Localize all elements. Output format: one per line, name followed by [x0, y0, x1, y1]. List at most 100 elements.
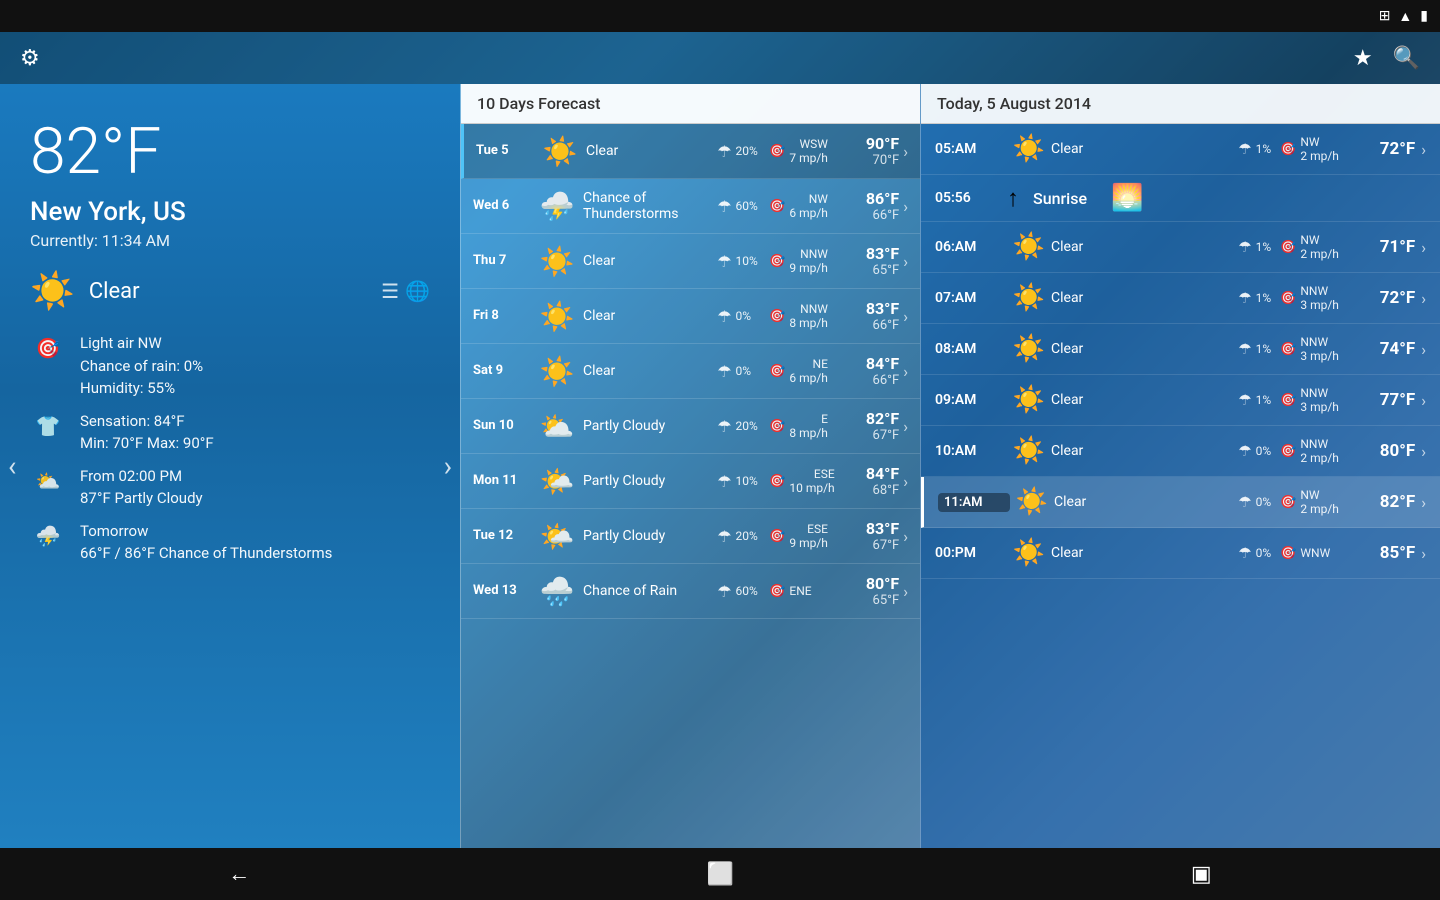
- hourly-temp: 74°F: [1360, 339, 1415, 359]
- forecast-item[interactable]: Tue 5 ☀️ Clear ☂ 20% 🎯 WSW7 mp/h 90°F 70…: [461, 124, 920, 179]
- list-view-button[interactable]: ☰: [381, 279, 399, 303]
- forecast-wind: 🎯 NNW8 mp/h: [769, 302, 841, 330]
- forecast-item[interactable]: Fri 8 ☀️ Clear ☂ 0% 🎯 NNW8 mp/h 83°F 66°…: [461, 289, 920, 344]
- forecast-item[interactable]: Mon 11 🌤️ Partly Cloudy ☂ 10% 🎯 ESE10 mp…: [461, 454, 920, 509]
- hourly-rain: ☂ 0%: [1238, 544, 1280, 562]
- favorite-button[interactable]: ★: [1353, 46, 1373, 71]
- hourly-item[interactable]: 10:AM ☀️ Clear ☂ 0% 🎯 NNW2 mp/h 80°F ›: [921, 426, 1440, 477]
- hourly-arrow: ›: [1421, 289, 1426, 308]
- back-button[interactable]: ←: [228, 861, 250, 887]
- sunrise-row: ↑ Sunrise 🌅: [1007, 183, 1143, 213]
- compass-icon: 🎯: [1280, 291, 1296, 306]
- hourly-weather-icon: ☀️: [1007, 385, 1051, 415]
- hourly-item[interactable]: 09:AM ☀️ Clear ☂ 1% 🎯 NNW3 mp/h 77°F ›: [921, 375, 1440, 426]
- condition-row: ☀️ Clear ☰ 🌐: [30, 270, 430, 312]
- forecast-wind: 🎯 NW6 mp/h: [769, 192, 841, 220]
- forecast-rain: ☂ 20%: [717, 417, 769, 436]
- high-temp: 84°F: [841, 354, 899, 373]
- compass-icon: 🎯: [769, 144, 785, 159]
- rain-pct: 1%: [1256, 393, 1272, 407]
- hourly-time: 06:AM: [935, 239, 1007, 255]
- umbrella-icon: ☂: [717, 582, 731, 601]
- sunrise-icon: ↑: [1007, 184, 1019, 213]
- hourly-temp: 82°F: [1360, 492, 1415, 512]
- forecast-date: Sun 10: [473, 418, 535, 435]
- compass-icon: 🎯: [769, 474, 785, 489]
- hourly-rain: ☂ 0%: [1238, 442, 1280, 460]
- hourly-time: 11:AM: [938, 493, 1010, 512]
- hourly-panel: Today, 5 August 2014 05:AM ☀️ Clear ☂ 1%…: [920, 84, 1440, 848]
- forecast-wind: 🎯 ESE9 mp/h: [769, 522, 841, 550]
- nav-right-button[interactable]: ›: [444, 450, 452, 483]
- home-button[interactable]: ⬜: [707, 862, 734, 887]
- hourly-item[interactable]: 05:AM ☀️ Clear ☂ 1% 🎯 NW2 mp/h 72°F ›: [921, 124, 1440, 175]
- low-temp: 66°F: [841, 373, 899, 388]
- forecast-header: 10 Days Forecast: [461, 84, 920, 124]
- forecast-item[interactable]: Sun 10 ⛅ Partly Cloudy ☂ 20% 🎯 E8 mp/h 8…: [461, 399, 920, 454]
- high-temp: 80°F: [841, 574, 899, 593]
- compass-icon: 🎯: [1280, 546, 1296, 561]
- forecast-condition: Partly Cloudy: [579, 418, 717, 434]
- umbrella-icon: ☂: [1238, 238, 1251, 256]
- hourly-item[interactable]: 00:PM ☀️ Clear ☂ 0% 🎯 WNW 85°F ›: [921, 528, 1440, 579]
- hourly-item[interactable]: 08:AM ☀️ Clear ☂ 1% 🎯 NNW3 mp/h 74°F ›: [921, 324, 1440, 375]
- recent-button[interactable]: ▣: [1191, 862, 1212, 887]
- search-button[interactable]: 🔍: [1393, 46, 1420, 71]
- wind-text: Light air NW Chance of rain: 0% Humidity…: [80, 332, 203, 400]
- wind-info: ENE: [789, 584, 811, 598]
- compass-icon: 🎯: [769, 529, 785, 544]
- forecast-temps: 83°F 65°F: [841, 244, 899, 278]
- wind-info: NW6 mp/h: [789, 192, 828, 220]
- settings-button[interactable]: ⚙: [20, 46, 40, 71]
- forecast-rain: ☂ 0%: [717, 362, 769, 381]
- hourly-condition: Clear: [1051, 141, 1238, 157]
- hourly-time: 05:AM: [935, 141, 1007, 157]
- hourly-time: 09:AM: [935, 392, 1007, 408]
- forecast-wind: 🎯 ESE10 mp/h: [769, 467, 841, 495]
- forecast-item[interactable]: Sat 9 ☀️ Clear ☂ 0% 🎯 NE6 mp/h 84°F 66°F…: [461, 344, 920, 399]
- compass-icon: 🎯: [769, 584, 785, 599]
- forecast-item[interactable]: Tue 12 🌤️ Partly Cloudy ☂ 20% 🎯 ESE9 mp/…: [461, 509, 920, 564]
- forecast-rain: ☂ 10%: [717, 252, 769, 271]
- umbrella-icon: ☂: [717, 307, 731, 326]
- sensation-text: Sensation: 84°F Min: 70°F Max: 90°F: [80, 410, 214, 455]
- forecast-wind: 🎯 WSW7 mp/h: [769, 137, 841, 165]
- high-temp: 83°F: [841, 244, 899, 263]
- hourly-item[interactable]: 11:AM ☀️ Clear ☂ 0% 🎯 NW2 mp/h 82°F ›: [921, 477, 1440, 528]
- wind-info: NW2 mp/h: [1300, 488, 1339, 516]
- wind-info: ESE10 mp/h: [789, 467, 834, 495]
- afternoon-desc: 87°F Partly Cloudy: [80, 487, 203, 510]
- sunrise-label: Sunrise: [1033, 189, 1087, 208]
- forecast-date: Fri 8: [473, 308, 535, 325]
- globe-button[interactable]: 🌐: [405, 279, 430, 303]
- rain-pct: 1%: [1256, 291, 1272, 305]
- forecast-temps: 82°F 67°F: [841, 409, 899, 443]
- umbrella-icon: ☂: [717, 197, 731, 216]
- hourly-wind: 🎯 NNW3 mp/h: [1280, 386, 1360, 414]
- rain-percent: 10%: [736, 474, 758, 488]
- hourly-time: 00:PM: [935, 545, 1007, 561]
- hourly-wind: 🎯 NNW3 mp/h: [1280, 335, 1360, 363]
- wind-info: NNW3 mp/h: [1300, 386, 1339, 414]
- hourly-weather-icon: ☀️: [1007, 436, 1051, 466]
- nav-left-button[interactable]: ‹: [8, 450, 16, 483]
- rain-pct: 1%: [1256, 142, 1272, 156]
- hourly-item[interactable]: 07:AM ☀️ Clear ☂ 1% 🎯 NNW3 mp/h 72°F ›: [921, 273, 1440, 324]
- low-temp: 70°F: [841, 153, 899, 168]
- forecast-temps: 86°F 66°F: [841, 189, 899, 223]
- forecast-wind: 🎯 NE6 mp/h: [769, 357, 841, 385]
- forecast-rain: ☂ 20%: [717, 527, 769, 546]
- rain-percent: 60%: [736, 199, 758, 213]
- forecast-condition: Chance of Thunderstorms: [579, 190, 717, 222]
- forecast-item[interactable]: Wed 6 ⛈️ Chance of Thunderstorms ☂ 60% 🎯…: [461, 179, 920, 234]
- forecast-item[interactable]: Thu 7 ☀️ Clear ☂ 10% 🎯 NNW9 mp/h 83°F 65…: [461, 234, 920, 289]
- hourly-rain: ☂ 0%: [1238, 493, 1280, 511]
- umbrella-icon: ☂: [717, 417, 731, 436]
- forecast-item[interactable]: Wed 13 🌧️ Chance of Rain ☂ 60% 🎯 ENE 80°…: [461, 564, 920, 619]
- hourly-temp: 77°F: [1360, 390, 1415, 410]
- hourly-weather-icon: ☀️: [1007, 232, 1051, 262]
- forecast-weather-icon: ☀️: [538, 135, 582, 168]
- tomorrow-detail: ⛈️ Tomorrow 66°F / 86°F Chance of Thunde…: [30, 520, 430, 565]
- forecast-arrow: ›: [903, 527, 908, 546]
- hourly-item[interactable]: 06:AM ☀️ Clear ☂ 1% 🎯 NW2 mp/h 71°F ›: [921, 222, 1440, 273]
